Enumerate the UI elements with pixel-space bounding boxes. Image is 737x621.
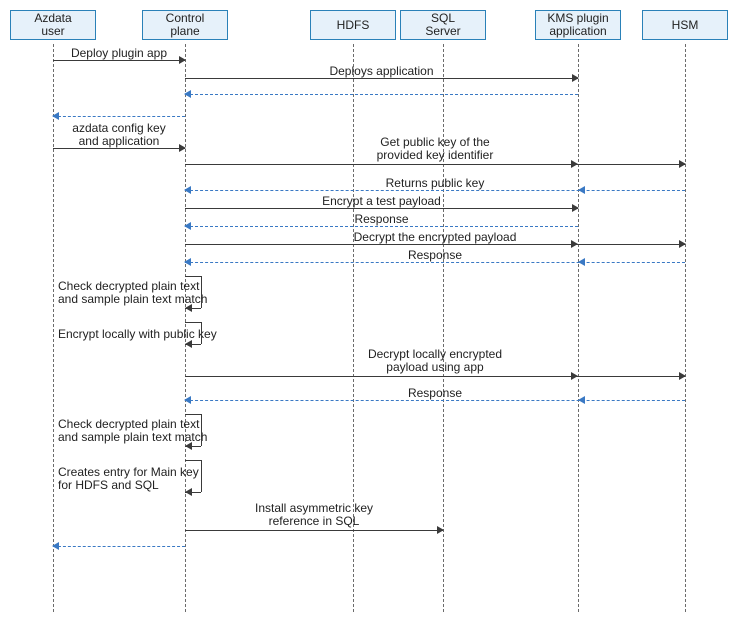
msg-decrypt-locally: Decrypt locally encryptedpayload using a… <box>185 348 685 380</box>
arrow-head <box>572 204 579 212</box>
arrow-line <box>185 164 685 165</box>
actor-control-plane: Controlplane <box>142 10 228 40</box>
note-encrypt-locally: Encrypt locally with public key <box>58 328 217 341</box>
actor-sql-server: SQLServer <box>400 10 486 40</box>
note-creates-entry: Creates entry for Main keyfor HDFS and S… <box>58 466 199 492</box>
arrow-line <box>53 148 185 149</box>
arrow-head <box>185 304 192 312</box>
arrow-line <box>53 60 185 61</box>
actor-azdata-user: Azdatauser <box>10 10 96 40</box>
msg-label: Decrypt locally encryptedpayload using a… <box>185 348 685 374</box>
msg-label: Deploy plugin app <box>53 46 185 60</box>
arrow-line <box>185 262 685 263</box>
msg-label: Response <box>185 386 685 400</box>
lifeline-kms <box>578 44 579 612</box>
arrow-line <box>53 116 185 117</box>
arrow-line <box>185 208 578 209</box>
arrow-line <box>185 400 685 401</box>
arrow-head <box>184 396 191 404</box>
arrow-line <box>185 460 201 461</box>
msg-return-to-user-1 <box>53 104 185 118</box>
arrow-head <box>679 372 686 380</box>
arrow-head <box>679 240 686 248</box>
arrow-head-mid <box>571 372 578 380</box>
arrow-head <box>185 488 192 496</box>
msg-label: Decrypt the encrypted payload <box>185 230 685 244</box>
arrow-head <box>437 526 444 534</box>
arrow-head <box>184 222 191 230</box>
arrow-head <box>185 442 192 450</box>
arrow-line <box>201 276 202 308</box>
actor-hdfs: HDFS <box>310 10 396 40</box>
msg-install-asymmetric-key: Install asymmetric keyreference in SQL <box>185 502 443 534</box>
arrow-line <box>201 414 202 446</box>
sequence-diagram: Azdatauser Controlplane HDFS SQLServer K… <box>0 0 737 621</box>
actor-label: SQLServer <box>425 12 460 38</box>
msg-azdata-config-key: azdata config keyand application <box>53 122 185 150</box>
arrow-head <box>179 56 186 64</box>
arrow-line <box>185 530 443 531</box>
msg-return-to-user-2 <box>53 534 185 548</box>
arrow-head <box>184 90 191 98</box>
arrow-head-mid <box>578 186 585 194</box>
actor-hsm: HSM <box>642 10 728 40</box>
msg-label: Response <box>185 212 578 226</box>
arrow-head <box>679 160 686 168</box>
arrow-line <box>185 414 201 415</box>
msg-response-2: Response <box>185 250 685 264</box>
arrow-line <box>185 78 578 79</box>
msg-decrypt-encrypted-payload: Decrypt the encrypted payload <box>185 232 685 246</box>
lifeline-hsm <box>685 44 686 612</box>
actor-label: Azdatauser <box>34 12 71 38</box>
msg-deploys-application: Deploys application <box>185 66 578 80</box>
arrow-line <box>185 276 201 277</box>
arrow-line <box>201 460 202 492</box>
note-check-decrypted-2: Check decrypted plain textand sample pla… <box>58 418 207 444</box>
arrow-head <box>52 112 59 120</box>
arrow-head <box>184 186 191 194</box>
arrow-head <box>572 74 579 82</box>
arrow-line <box>185 376 685 377</box>
arrow-line <box>185 322 201 323</box>
msg-response-1: Response <box>185 214 578 228</box>
arrow-head <box>184 258 191 266</box>
arrow-line <box>185 226 578 227</box>
msg-label: Get public key of theprovided key identi… <box>185 136 685 162</box>
arrow-head <box>185 340 192 348</box>
arrow-head-mid <box>578 258 585 266</box>
actor-label: KMS pluginapplication <box>547 12 608 38</box>
msg-return-deploy <box>185 82 578 96</box>
arrow-head-mid <box>578 396 585 404</box>
msg-label: Response <box>185 248 685 262</box>
arrow-head <box>52 542 59 550</box>
msg-encrypt-test-payload: Encrypt a test payload <box>185 196 578 210</box>
arrow-head-mid <box>571 240 578 248</box>
actor-label: Controlplane <box>166 12 205 38</box>
msg-label: Deploys application <box>185 64 578 78</box>
msg-get-public-key: Get public key of theprovided key identi… <box>185 136 685 168</box>
arrow-line <box>185 244 685 245</box>
msg-label: Returns public key <box>185 176 685 190</box>
actor-kms-plugin: KMS pluginapplication <box>535 10 621 40</box>
arrow-line <box>53 546 185 547</box>
arrow-line <box>185 94 578 95</box>
arrow-line <box>185 190 685 191</box>
actor-label: HDFS <box>337 19 370 32</box>
actor-label: HSM <box>672 19 699 32</box>
arrow-head-mid <box>571 160 578 168</box>
msg-returns-public-key: Returns public key <box>185 178 685 192</box>
arrow-line <box>201 322 202 344</box>
msg-response-3: Response <box>185 388 685 402</box>
msg-label: azdata config keyand application <box>53 122 185 148</box>
msg-deploy-plugin-app: Deploy plugin app <box>53 48 185 62</box>
note-check-decrypted-1: Check decrypted plain textand sample pla… <box>58 280 207 306</box>
msg-label: Install asymmetric keyreference in SQL <box>185 502 443 528</box>
msg-label: Encrypt a test payload <box>185 194 578 208</box>
